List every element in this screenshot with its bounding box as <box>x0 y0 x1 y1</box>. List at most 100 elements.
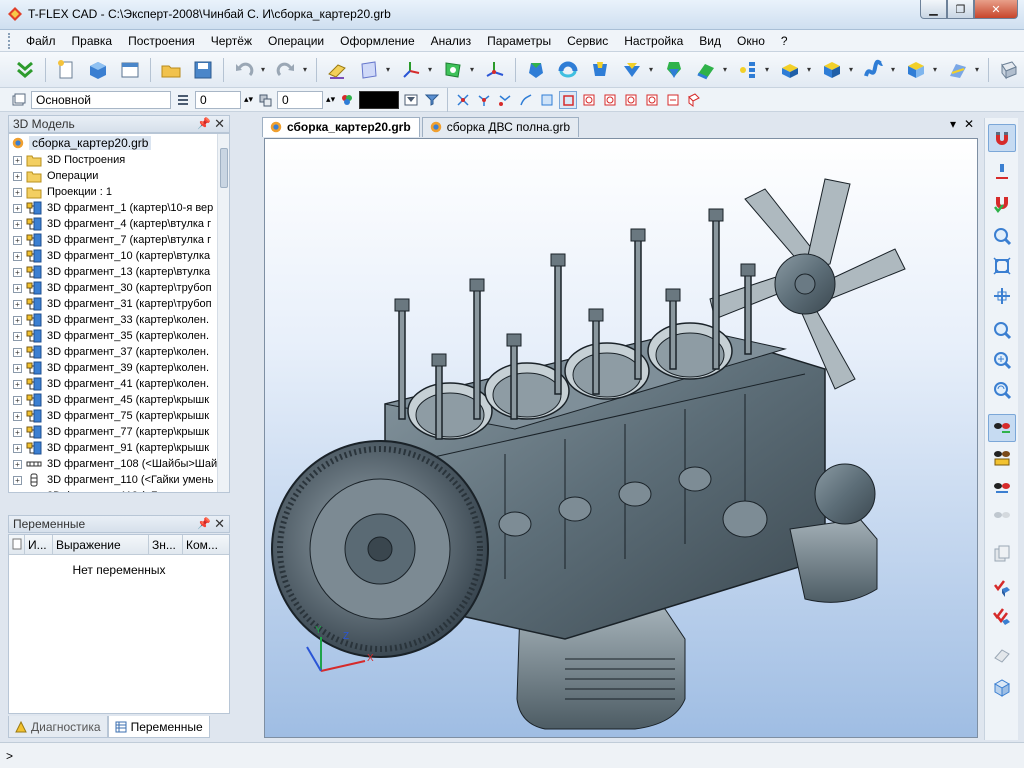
pan-icon[interactable] <box>988 282 1016 310</box>
fit-all-icon[interactable] <box>988 252 1016 280</box>
expand-icon[interactable]: + <box>13 203 22 213</box>
zoom-window-icon[interactable] <box>988 222 1016 250</box>
panel-close-icon[interactable]: ✕ <box>214 116 225 132</box>
pin-icon[interactable]: 📌 <box>197 517 211 530</box>
filter-icon[interactable] <box>402 91 420 109</box>
menu-operations[interactable]: Операции <box>260 32 332 50</box>
tree-item[interactable]: +3D фрагмент_110 (<Гайки умень <box>9 472 229 488</box>
tree-item[interactable]: +3D фрагмент_75 (картер\крышк <box>9 408 229 424</box>
tree-item[interactable]: +3D фрагмент_1 (картер\10-я вер <box>9 200 229 216</box>
measure-icon[interactable] <box>988 640 1016 668</box>
expand-icon[interactable]: + <box>13 283 22 293</box>
expand-icon[interactable]: + <box>13 219 22 229</box>
tab-list-dropdown-icon[interactable]: ▾ <box>950 117 956 131</box>
expand-icon[interactable]: + <box>13 427 22 437</box>
snap-point-icon[interactable] <box>988 158 1016 186</box>
tree-item[interactable]: +3D фрагмент_91 (картер\крышк <box>9 440 229 456</box>
color-palette-icon[interactable] <box>338 91 356 109</box>
command-line[interactable]: > <box>0 742 1024 768</box>
expand-icon[interactable]: + <box>13 267 22 277</box>
select-fragment-icon[interactable] <box>601 91 619 109</box>
expand-icon[interactable]: + <box>13 491 22 492</box>
check-body-icon[interactable] <box>988 574 1016 602</box>
tree-item[interactable]: +3D фрагмент_13 (картер\втулка <box>9 264 229 280</box>
copy-view-icon[interactable] <box>988 540 1016 568</box>
chevrons-down-icon[interactable] <box>10 55 40 85</box>
expand-icon[interactable]: + <box>13 331 22 341</box>
menu-settings[interactable]: Настройка <box>616 32 691 50</box>
select-all-icon[interactable] <box>685 91 703 109</box>
boolean-icon[interactable] <box>659 55 689 85</box>
tree-item[interactable]: +3D фрагмент_37 (картер\колен. <box>9 344 229 360</box>
tree-root[interactable]: сборка_картер20.grb <box>9 134 229 152</box>
expand-icon[interactable]: + <box>13 379 22 389</box>
shell-icon[interactable] <box>817 55 847 85</box>
layer-select[interactable]: Основной <box>31 90 171 109</box>
tree-item[interactable]: +3D фрагмент_33 (картер\колен. <box>9 312 229 328</box>
rotate-view-icon[interactable] <box>988 376 1016 404</box>
level-spin-icon[interactable]: ▴▾ <box>326 94 335 105</box>
color-swatch[interactable] <box>359 90 400 109</box>
expand-icon[interactable]: + <box>13 459 22 469</box>
menu-parameters[interactable]: Параметры <box>479 32 559 50</box>
menu-file[interactable]: Файл <box>18 32 64 50</box>
tree-item[interactable]: +3D фрагмент_45 (картер\крышк <box>9 392 229 408</box>
undo-icon[interactable] <box>229 55 259 85</box>
select-body-icon[interactable] <box>559 90 578 109</box>
engine-model[interactable]: Y X Z <box>265 139 978 738</box>
document-close-icon[interactable]: ✕ <box>964 117 974 131</box>
tab-variables[interactable]: Переменные <box>107 716 210 738</box>
menu-drawing[interactable]: Чертёж <box>203 32 260 50</box>
check-assembly-icon[interactable] <box>988 604 1016 632</box>
menu-service[interactable]: Сервис <box>559 32 616 50</box>
new-document-icon[interactable] <box>51 55 81 85</box>
3d-viewport[interactable]: Y X Z <box>264 138 978 738</box>
rotate-icon[interactable] <box>553 55 583 85</box>
menu-window[interactable]: Окно <box>729 32 773 50</box>
select-lcs-icon[interactable] <box>622 91 640 109</box>
body-icon[interactable] <box>901 55 931 85</box>
select-vertex-icon[interactable] <box>475 91 493 109</box>
tree-item[interactable]: +3D фрагмент_10 (картер\втулка <box>9 248 229 264</box>
menu-view[interactable]: Вид <box>691 32 729 50</box>
tab-diagnostics[interactable]: Диагностика <box>8 716 108 738</box>
column-header-name[interactable]: И... <box>25 535 53 554</box>
loft-icon[interactable] <box>585 55 615 85</box>
filter-list-icon[interactable] <box>423 91 441 109</box>
hide-show-icon[interactable] <box>988 474 1016 502</box>
column-header-value[interactable]: Зн... <box>149 535 183 554</box>
smooth-icon[interactable] <box>691 55 721 85</box>
3d-node-icon[interactable] <box>480 55 510 85</box>
view-cube-icon[interactable] <box>988 674 1016 702</box>
tree-item[interactable]: +3D фрагмент_7 (картер\втулка г <box>9 232 229 248</box>
tree-item[interactable]: +3D фрагмент_39 (картер\колен. <box>9 360 229 376</box>
section-view-icon[interactable] <box>988 444 1016 472</box>
new-window-icon[interactable] <box>115 55 145 85</box>
expand-icon[interactable]: + <box>13 299 22 309</box>
tree-item[interactable]: +3D фрагмент_30 (картер\трубоп <box>9 280 229 296</box>
save-icon[interactable] <box>188 55 218 85</box>
tree-item[interactable]: + Операции <box>9 168 229 184</box>
tree-item[interactable]: + Проекции : 1 <box>9 184 229 200</box>
tree-item[interactable]: +3D фрагмент_77 (картер\крышк <box>9 424 229 440</box>
panel-close-icon[interactable]: ✕ <box>214 516 225 532</box>
menu-construct[interactable]: Построения <box>120 32 203 50</box>
select-annotation-icon[interactable] <box>664 91 682 109</box>
expand-icon[interactable]: + <box>13 187 22 197</box>
level-stepper[interactable]: 0 <box>277 90 324 109</box>
minimize-button[interactable]: ▁ <box>920 0 947 19</box>
expand-icon[interactable]: + <box>13 251 22 261</box>
tree-item[interactable]: +3D Построения <box>9 152 229 168</box>
extrude-icon[interactable] <box>521 55 551 85</box>
column-header-expression[interactable]: Выражение <box>53 535 149 554</box>
doc-tab-inactive[interactable]: сборка ДВС полна.grb <box>421 117 580 137</box>
lcs-icon[interactable] <box>396 55 426 85</box>
select-loop-icon[interactable] <box>496 91 514 109</box>
expand-icon[interactable]: + <box>13 347 22 357</box>
expand-icon[interactable]: + <box>13 443 22 453</box>
maximize-button[interactable]: ❐ <box>947 0 974 19</box>
sketch-icon[interactable] <box>322 55 352 85</box>
3d-settings-icon[interactable] <box>994 55 1024 85</box>
close-button[interactable]: ✕ <box>974 0 1018 19</box>
priority-spin-icon[interactable]: ▴▾ <box>244 94 253 105</box>
